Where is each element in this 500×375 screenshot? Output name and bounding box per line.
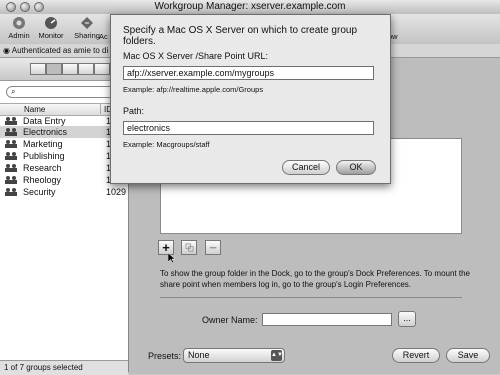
browse-owner-button[interactable]: ... bbox=[398, 311, 416, 327]
window-title: Workgroup Manager: xserver.example.com bbox=[154, 1, 346, 12]
zoom-window-button[interactable] bbox=[34, 2, 44, 12]
accounts-label: Ac bbox=[99, 32, 108, 41]
group-icon bbox=[5, 152, 17, 160]
name-column-header[interactable]: Name bbox=[24, 105, 45, 114]
group-icon bbox=[5, 128, 17, 136]
group-name: Research bbox=[23, 163, 62, 173]
presets-value: None bbox=[188, 350, 210, 360]
group-icon bbox=[5, 176, 17, 184]
column-divider bbox=[100, 103, 101, 114]
group-icon bbox=[5, 140, 17, 148]
dock-login-info-text: To show the group folder in the Dock, go… bbox=[160, 269, 470, 289]
computer-lists-tab-icon[interactable] bbox=[78, 63, 94, 75]
overview-button[interactable]: ow bbox=[388, 15, 408, 43]
group-name: Publishing bbox=[23, 151, 65, 161]
group-icon bbox=[5, 188, 17, 196]
presets-select[interactable]: None ▲▼ bbox=[183, 348, 285, 363]
url-example: Example: afp://realtime.apple.com/Groups bbox=[123, 85, 264, 94]
sheet-title: Specify a Mac OS X Server on which to cr… bbox=[123, 25, 357, 47]
edit-button[interactable] bbox=[181, 240, 197, 255]
group-folder-sheet: Specify a Mac OS X Server on which to cr… bbox=[110, 14, 391, 184]
remove-button[interactable]: − bbox=[205, 240, 221, 255]
chevron-down-icon: ▲▼ bbox=[271, 350, 283, 361]
lock-icon[interactable]: ◉ bbox=[0, 46, 10, 55]
monitor-icon bbox=[45, 17, 57, 29]
window-titlebar: Workgroup Manager: xserver.example.com bbox=[0, 0, 500, 15]
separator bbox=[160, 297, 462, 298]
admin-label: Admin bbox=[8, 31, 30, 40]
duplicate-icon bbox=[184, 243, 194, 252]
group-id: 1029 bbox=[106, 187, 127, 197]
group-row-publishing[interactable]: Publishing 1 bbox=[0, 150, 128, 162]
path-label: Path: bbox=[123, 106, 145, 116]
owner-name-field[interactable] bbox=[262, 313, 392, 326]
owner-name-label: Owner Name: bbox=[202, 315, 258, 325]
share-point-url-field[interactable]: afp://xserver.example.com/mygroups bbox=[123, 66, 374, 80]
revert-button[interactable]: Revert bbox=[392, 348, 440, 363]
group-icon bbox=[5, 117, 17, 125]
ok-button[interactable]: OK bbox=[336, 160, 376, 175]
mouse-pointer-icon bbox=[168, 253, 176, 263]
presets-label: Presets: bbox=[148, 351, 182, 361]
search-icon: ⌕ bbox=[11, 87, 16, 96]
search-field[interactable]: ⌕ bbox=[6, 86, 124, 98]
group-row-rheology[interactable]: Rheology 1 bbox=[0, 174, 128, 186]
groups-tab-icon[interactable] bbox=[46, 63, 62, 75]
computers-tab-icon[interactable] bbox=[62, 63, 78, 75]
more-tab-icon[interactable] bbox=[94, 63, 110, 75]
users-tab-icon[interactable] bbox=[30, 63, 46, 75]
selection-count: 1 of 7 groups selected bbox=[4, 363, 83, 372]
status-bar: 1 of 7 groups selected bbox=[0, 360, 128, 375]
save-button[interactable]: Save bbox=[446, 348, 490, 363]
path-example: Example: Macgroups/staff bbox=[123, 140, 210, 149]
minus-icon: − bbox=[209, 240, 217, 255]
group-row-research[interactable]: Research 1 bbox=[0, 162, 128, 174]
sharing-label: Sharing bbox=[74, 31, 100, 40]
group-name: Marketing bbox=[23, 139, 63, 149]
admin-button[interactable]: Admin bbox=[2, 15, 36, 43]
admin-icon bbox=[13, 17, 25, 29]
group-row-security[interactable]: Security 1029 bbox=[0, 186, 128, 198]
url-label: Mac OS X Server /Share Point URL: bbox=[123, 51, 269, 61]
monitor-button[interactable]: Monitor bbox=[34, 15, 68, 43]
path-field[interactable]: electronics bbox=[123, 121, 374, 135]
group-name: Security bbox=[23, 187, 56, 197]
minimize-window-button[interactable] bbox=[20, 2, 30, 12]
cancel-button[interactable]: Cancel bbox=[282, 160, 330, 175]
close-window-button[interactable] bbox=[6, 2, 16, 12]
group-icon bbox=[5, 164, 17, 172]
group-name: Electronics bbox=[23, 127, 68, 137]
auth-status: Authenticated as amie to di bbox=[11, 46, 109, 55]
group-row-marketing[interactable]: Marketing 1 bbox=[0, 138, 128, 150]
monitor-label: Monitor bbox=[38, 31, 64, 40]
sharing-icon bbox=[81, 17, 93, 29]
group-row-electronics[interactable]: Electronics 1 bbox=[0, 126, 128, 138]
group-name: Rheology bbox=[23, 175, 62, 185]
